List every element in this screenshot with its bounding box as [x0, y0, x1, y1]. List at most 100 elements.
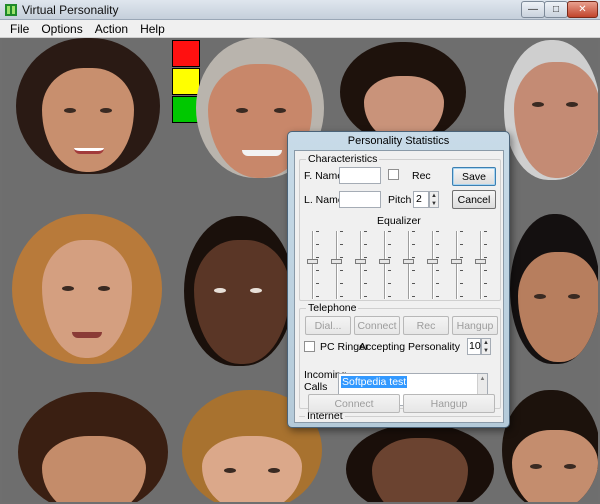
spin-down-icon[interactable]: ▼	[430, 200, 438, 208]
internet-connect-button[interactable]: Connect	[308, 394, 400, 413]
slider-thumb[interactable]	[475, 259, 486, 264]
equalizer-slider-1[interactable]	[307, 231, 319, 299]
face-woman-glasses[interactable]	[346, 424, 494, 502]
eye-icon	[530, 464, 542, 469]
scroll-up-icon[interactable]: ▲	[478, 374, 487, 384]
face-man-black-hair[interactable]	[510, 214, 598, 364]
slider-tick	[340, 231, 343, 232]
slider-tick	[388, 296, 391, 297]
slider-tick	[316, 270, 319, 271]
menu-file[interactable]: File	[4, 22, 35, 36]
rec-checkbox[interactable]	[388, 169, 399, 180]
incoming-call-item[interactable]: Softpedia test	[341, 376, 408, 388]
status-light-red	[172, 40, 200, 67]
equalizer-slider-5[interactable]	[403, 231, 415, 299]
menu-options[interactable]: Options	[35, 22, 88, 36]
eye-icon	[62, 286, 74, 291]
slider-tick	[460, 270, 463, 271]
slider-tick	[436, 283, 439, 284]
personality-statistics-dialog[interactable]: Personality Statistics Characteristics F…	[287, 131, 510, 428]
accepting-personality-input[interactable]: 10	[467, 338, 481, 355]
close-icon: ✕	[578, 4, 587, 15]
face-skin	[42, 240, 132, 358]
eye-icon	[236, 108, 248, 113]
slider-tick	[340, 296, 343, 297]
equalizer-slider-4[interactable]	[379, 231, 391, 299]
first-name-input[interactable]	[339, 167, 381, 184]
slider-thumb[interactable]	[427, 259, 438, 264]
slider-thumb[interactable]	[451, 259, 462, 264]
face-woman-dark-hair[interactable]	[16, 38, 160, 174]
face-skin	[512, 430, 598, 502]
slider-thumb[interactable]	[403, 259, 414, 264]
last-name-input[interactable]	[339, 191, 381, 208]
mouth-icon	[72, 332, 102, 338]
eye-icon	[100, 108, 112, 113]
slider-track	[384, 231, 386, 299]
slider-tick	[316, 231, 319, 232]
connect-button[interactable]: Connect	[354, 316, 400, 335]
dialog-title: Personality Statistics	[347, 135, 450, 147]
slider-tick	[412, 231, 415, 232]
slider-tick	[460, 231, 463, 232]
slider-tick	[340, 244, 343, 245]
spin-up-icon[interactable]: ▲	[430, 192, 438, 200]
accepting-spinner[interactable]: ▲ ▼	[481, 338, 491, 355]
face-skin	[194, 240, 290, 364]
spin-up-icon[interactable]: ▲	[482, 339, 490, 347]
face-man-young[interactable]	[502, 390, 598, 502]
rec-button[interactable]: Rec	[403, 316, 449, 335]
hangup-button[interactable]: Hangup	[452, 316, 498, 335]
equalizer-slider-3[interactable]	[355, 231, 367, 299]
face-woman-blonde[interactable]	[12, 214, 162, 364]
spin-down-icon[interactable]: ▼	[482, 347, 490, 355]
eye-icon	[568, 294, 580, 299]
maximize-button[interactable]: □	[544, 1, 568, 18]
slider-tick	[412, 244, 415, 245]
face-man-dark-skin[interactable]	[184, 216, 294, 366]
slider-track	[360, 231, 362, 299]
face-child-dark-hair[interactable]	[18, 392, 168, 502]
pitch-input[interactable]: 2	[413, 191, 429, 208]
slider-tick	[340, 283, 343, 284]
menu-help[interactable]: Help	[134, 22, 171, 36]
mouth-icon	[242, 150, 282, 156]
equalizer-slider-2[interactable]	[331, 231, 343, 299]
slider-tick	[364, 244, 367, 245]
slider-tick	[460, 296, 463, 297]
slider-track	[336, 231, 338, 299]
save-button[interactable]: Save	[452, 167, 496, 186]
rec-label: Rec	[412, 170, 431, 182]
equalizer-slider-7[interactable]	[451, 231, 463, 299]
cancel-button[interactable]: Cancel	[452, 190, 496, 209]
equalizer-slider-8[interactable]	[475, 231, 487, 299]
equalizer-slider-6[interactable]	[427, 231, 439, 299]
characteristics-label: Characteristics	[306, 153, 380, 165]
face-man-white-hair[interactable]	[504, 40, 598, 180]
slider-tick	[364, 270, 367, 271]
slider-tick	[316, 283, 319, 284]
internet-hangup-button[interactable]: Hangup	[403, 394, 495, 413]
slider-thumb[interactable]	[307, 259, 318, 264]
slider-thumb[interactable]	[355, 259, 366, 264]
slider-tick	[436, 231, 439, 232]
slider-thumb[interactable]	[331, 259, 342, 264]
slider-tick	[412, 296, 415, 297]
telephone-label: Telephone	[306, 302, 359, 314]
slider-track	[408, 231, 410, 299]
close-button[interactable]: ✕	[567, 1, 598, 18]
slider-thumb[interactable]	[379, 259, 390, 264]
slider-tick	[388, 270, 391, 271]
slider-tick	[484, 244, 487, 245]
menu-action[interactable]: Action	[89, 22, 134, 36]
pc-ringer-checkbox[interactable]	[304, 341, 315, 352]
slider-tick	[388, 231, 391, 232]
pitch-spinner[interactable]: ▲ ▼	[429, 191, 439, 208]
slider-tick	[388, 283, 391, 284]
slider-tick	[484, 283, 487, 284]
minimize-button[interactable]: —	[521, 1, 545, 18]
dial-button[interactable]: Dial...	[305, 316, 351, 335]
title-bar[interactable]: Virtual Personality — □ ✕	[0, 0, 600, 20]
face-woman-brown-hair[interactable]	[340, 42, 466, 142]
slider-tick	[436, 270, 439, 271]
